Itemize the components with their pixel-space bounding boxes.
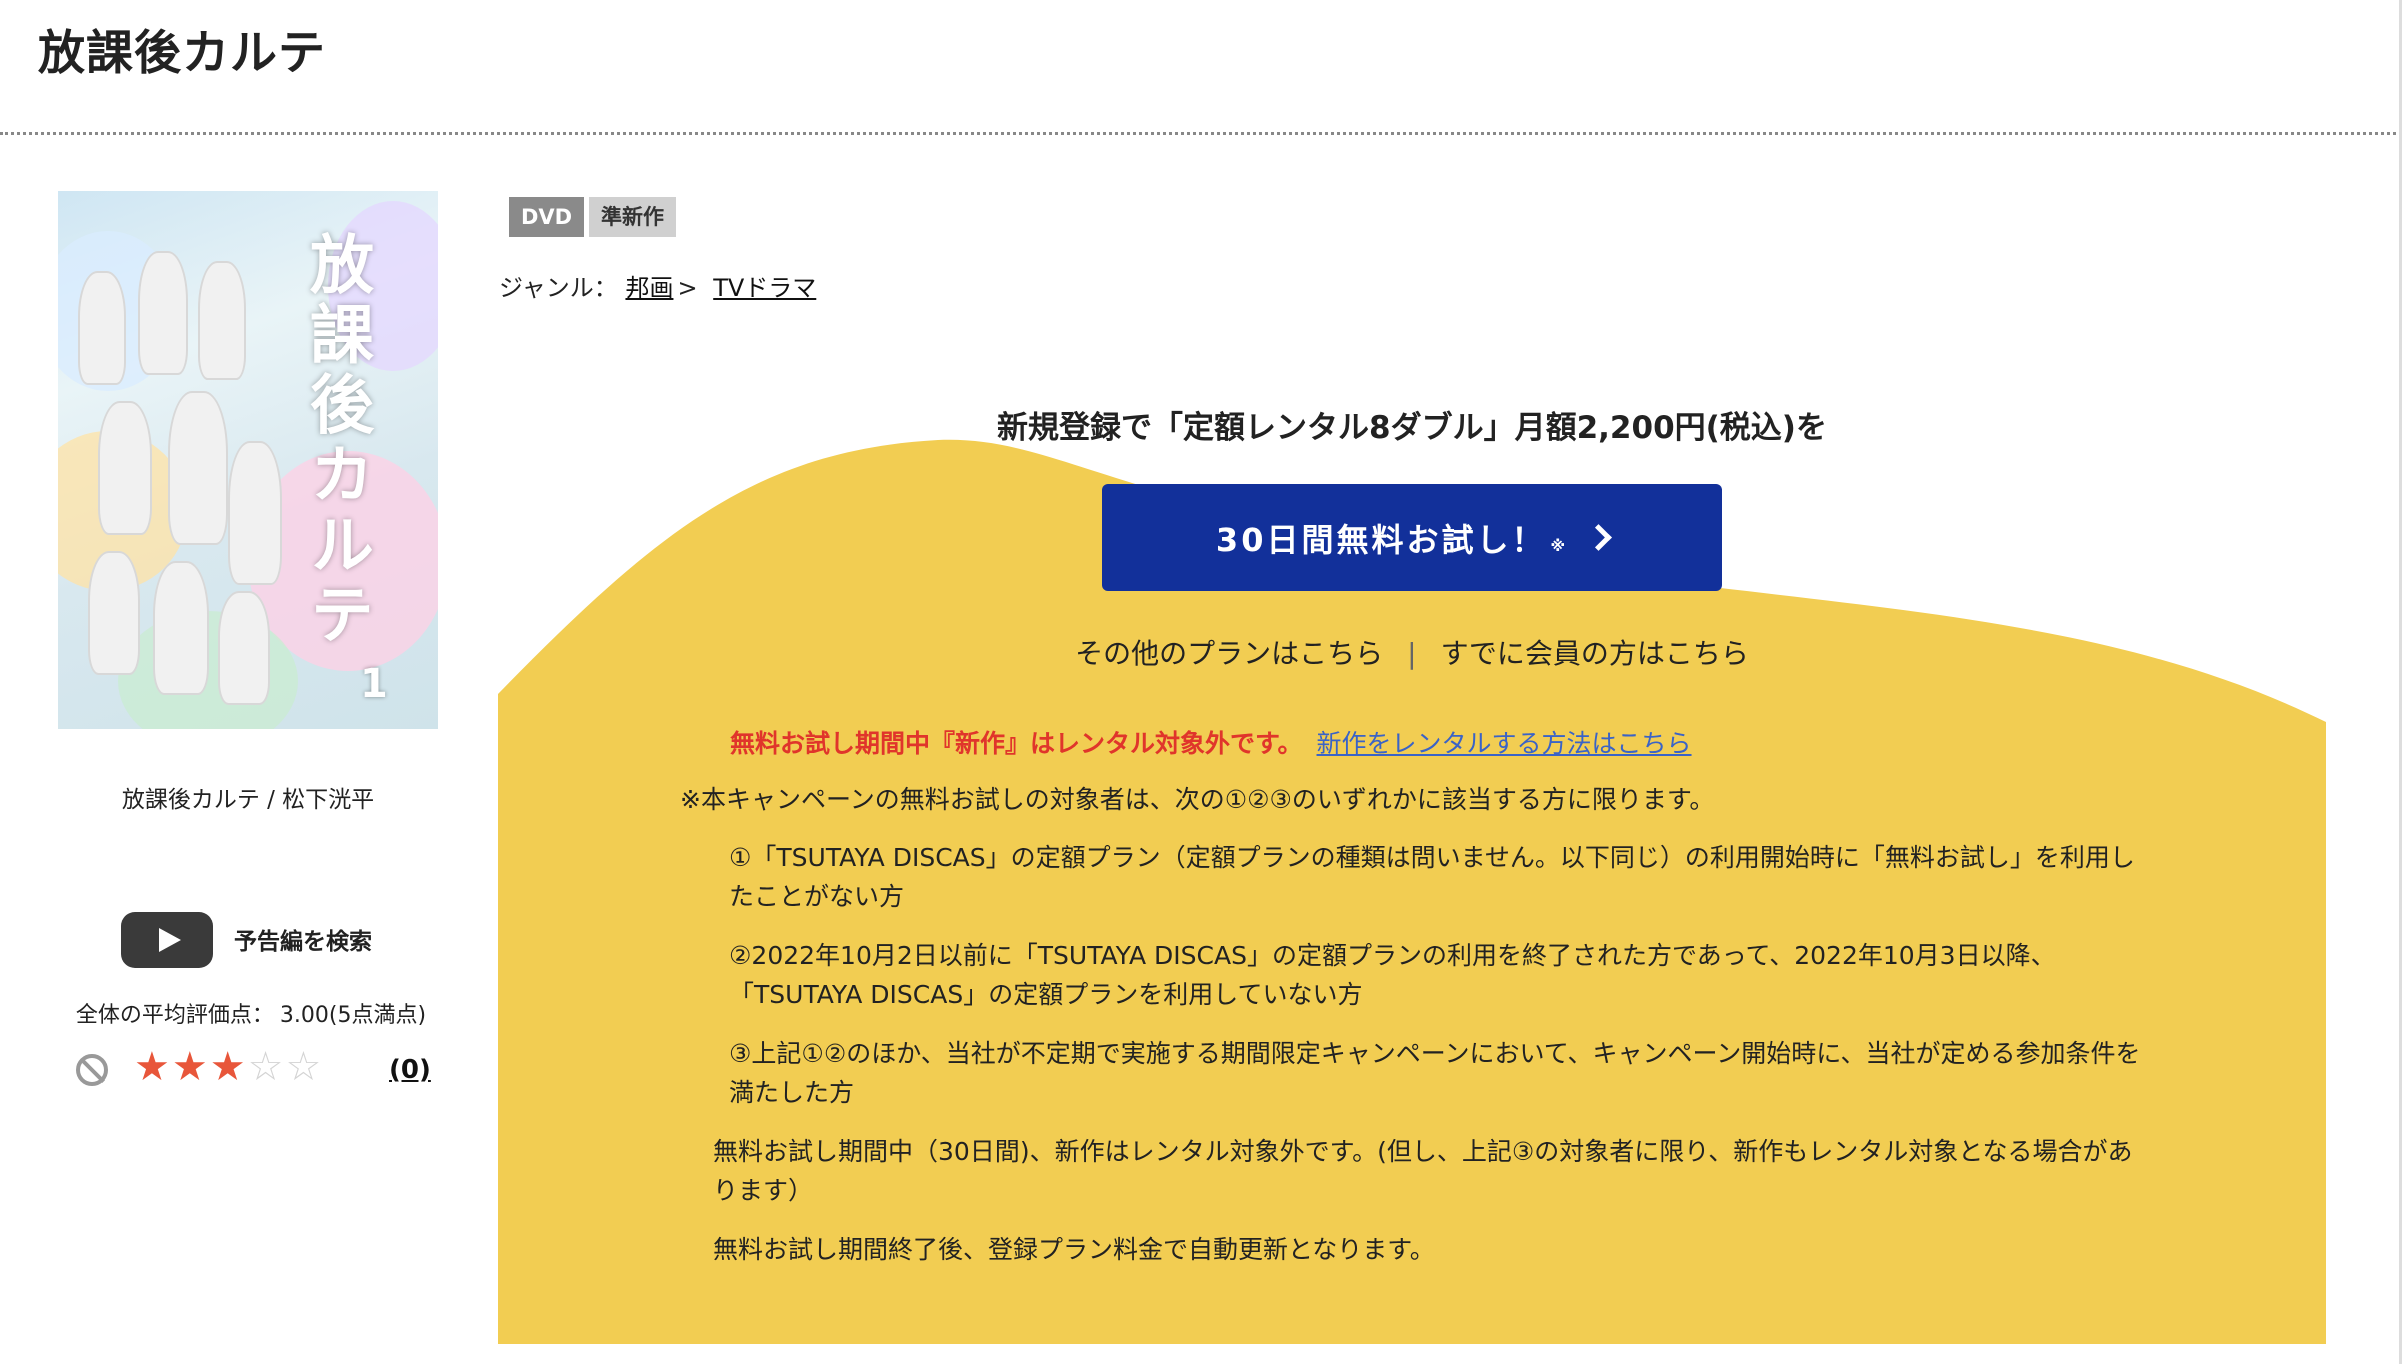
genre-breadcrumb: ジャンル： 邦画 > TVドラマ: [499, 268, 816, 303]
dvd-cover-image[interactable]: 放課後カルテ 1: [58, 191, 438, 729]
eligibility-condition-1: ①「TSUTAYA DISCAS」の定額プラン（定額プランの種類は問いません。以…: [729, 843, 2135, 911]
no-entry-icon[interactable]: [76, 1054, 108, 1086]
star-empty-icon[interactable]: ☆: [285, 1044, 323, 1090]
new-release-notice: 無料お試し期間中『新作』はレンタル対象外です。 新作をレンタルする方法はこちら: [730, 724, 1692, 760]
link-divider: |: [1407, 637, 1417, 670]
star-filled-icon[interactable]: ★: [134, 1044, 172, 1090]
rent-new-release-link[interactable]: 新作をレンタルする方法はこちら: [1317, 729, 1692, 758]
other-plans-link[interactable]: その他のプランはこちら: [1075, 637, 1383, 670]
free-trial-button[interactable]: 30日間無料お試し！ ※: [1102, 484, 1722, 591]
cover-figure: [78, 271, 126, 385]
cover-figure: [218, 591, 270, 705]
star-filled-icon[interactable]: ★: [172, 1044, 210, 1090]
item-caption: 放課後カルテ / 松下洸平: [121, 787, 375, 813]
cover-figure: [198, 261, 246, 380]
average-rating-label: 全体の平均評価点：: [75, 1003, 274, 1028]
page-title: 放課後カルテ: [38, 26, 326, 81]
plan-links: その他のプランはこちら | すでに会員の方はこちら: [498, 632, 2326, 672]
average-rating-value: 3.00(5点満点): [279, 1003, 427, 1028]
free-trial-button-label: 30日間無料お試し！: [1215, 520, 1547, 559]
auto-renew-note: 無料お試し期間終了後、登録プラン料金で自動更新となります。: [713, 1235, 1435, 1264]
trial-period-note: 無料お試し期間中（30日間)、新作はレンタル対象外です。(但し、上記③の対象者に…: [713, 1137, 2133, 1205]
genre-link-tv-drama[interactable]: TVドラマ: [713, 274, 816, 302]
chevron-right-icon: [1585, 524, 1612, 551]
genre-label: ジャンル：: [499, 274, 618, 302]
average-rating: 全体の平均評価点： 3.00(5点満点): [58, 997, 438, 1029]
star-filled-icon[interactable]: ★: [210, 1044, 248, 1090]
star-rating[interactable]: ★★★☆☆: [134, 1044, 323, 1090]
header-divider: [0, 132, 2402, 135]
cover-volume: 1: [360, 661, 388, 707]
cover-figure: [153, 561, 209, 695]
play-icon[interactable]: [121, 912, 213, 968]
member-login-link[interactable]: すでに会員の方はこちら: [1441, 637, 1749, 670]
star-empty-icon[interactable]: ☆: [248, 1044, 286, 1090]
campaign-eligibility-note: ※本キャンペーンの無料お試しの対象者は、次の①②③のいずれかに該当する方に限りま…: [680, 785, 1715, 814]
format-badge-dvd: DVD: [509, 197, 585, 237]
genre-separator: >: [677, 274, 698, 302]
cover-figure: [138, 251, 188, 375]
campaign-headline: 新規登録で「定額レンタル8ダブル」月額2,200円(税込)を: [997, 410, 1827, 446]
cover-figure: [228, 441, 282, 585]
status-badge-semi-new: 準新作: [589, 197, 676, 237]
cover-figure: [98, 401, 152, 535]
review-count-link[interactable]: (0): [389, 1055, 431, 1085]
cover-title: 放課後カルテ: [299, 231, 374, 651]
eligibility-condition-3: ③上記①②のほか、当社が不定期で実施する期間限定キャンペーンにおいて、キャンペー…: [729, 1039, 2141, 1107]
cover-figure: [88, 551, 140, 675]
eligibility-condition-2: ②2022年10月2日以前に「TSUTAYA DISCAS」の定額プランの利用を…: [729, 941, 2056, 1009]
trailer-search-link[interactable]: 予告編を検索: [234, 922, 372, 956]
genre-link-japanese-film[interactable]: 邦画: [625, 274, 673, 302]
cover-figure: [168, 391, 228, 545]
free-trial-note-mark: ※: [1550, 536, 1566, 555]
new-release-warning: 無料お試し期間中『新作』はレンタル対象外です。: [730, 729, 1303, 758]
